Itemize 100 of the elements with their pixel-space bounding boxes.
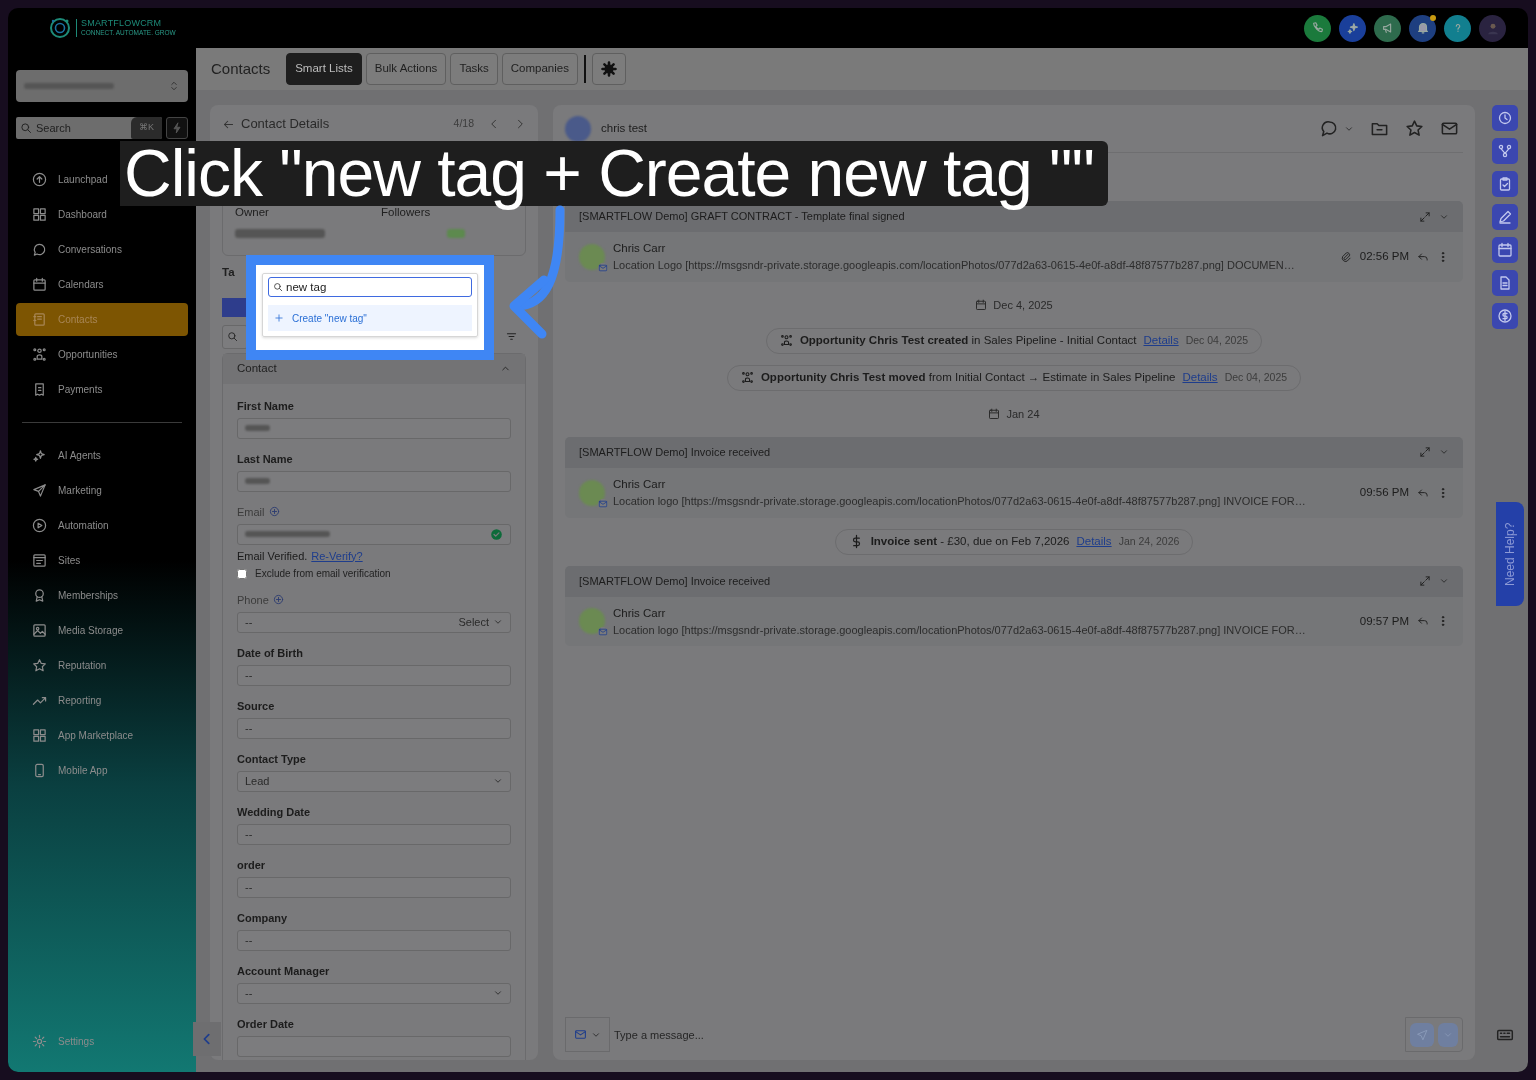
sidebar-item[interactable]: Marketing — [16, 474, 110, 507]
reply-button[interactable] — [1417, 486, 1429, 499]
input-field[interactable]: -- — [237, 929, 511, 951]
sidebar-item[interactable]: Payments — [16, 373, 111, 406]
tab[interactable]: Bulk Actions — [365, 53, 447, 85]
input-field[interactable] — [237, 523, 511, 545]
sidebar-item[interactable]: Conversations — [16, 233, 130, 266]
search-field[interactable]: Search ⌘K — [16, 117, 162, 139]
field-label: Source — [237, 698, 275, 714]
tag-type-button[interactable] — [222, 297, 248, 317]
document-icon — [1497, 275, 1513, 291]
activity-date: Dec 04, 2025 — [1224, 369, 1288, 385]
add-circle-icon[interactable] — [268, 506, 280, 517]
filter-button[interactable] — [505, 330, 518, 343]
star-icon — [32, 658, 47, 673]
chat-button[interactable] — [1319, 119, 1338, 138]
clipboard-check-button[interactable] — [1492, 171, 1518, 197]
field-label: Wedding Date — [237, 804, 311, 820]
branch-button[interactable] — [1492, 138, 1518, 164]
lightning-icon — [171, 122, 183, 134]
phone-device-icon — [32, 763, 47, 778]
checkbox[interactable] — [237, 568, 247, 579]
details-link[interactable]: Details — [1182, 369, 1218, 387]
calendar-button[interactable] — [1492, 237, 1518, 263]
select-field[interactable]: -- — [237, 982, 511, 1004]
sidebar-item[interactable]: Calendars — [16, 268, 112, 301]
expand-icon — [1419, 210, 1431, 223]
contact-avatar — [565, 115, 591, 142]
field-label: Contact Type — [237, 751, 306, 767]
sidebar-item[interactable]: Memberships — [16, 579, 127, 612]
bell-button[interactable] — [1409, 14, 1436, 42]
expand-button[interactable] — [1419, 575, 1431, 587]
chevron-down-icon — [493, 988, 503, 998]
mail-icon — [598, 627, 608, 638]
avatar-button[interactable] — [1479, 14, 1506, 42]
sidebar-item[interactable]: Media Storage — [16, 614, 132, 647]
expand-button[interactable] — [1419, 210, 1431, 223]
country-select[interactable]: Select — [458, 613, 503, 631]
sidebar-item[interactable]: Reputation — [16, 649, 115, 682]
settings-button[interactable] — [591, 53, 626, 85]
sparkle-button[interactable] — [1339, 14, 1366, 42]
input-field[interactable]: -- — [237, 664, 511, 686]
activity-text: Opportunity Chris Test moved from Initial Contact → Estimate in Sales Pipeline — [760, 370, 1176, 386]
details-link[interactable]: Details — [1143, 332, 1179, 350]
tag-search-field[interactable] — [222, 324, 248, 349]
mail-button[interactable] — [1440, 119, 1459, 138]
sidebar-item[interactable]: Mobile App — [16, 754, 116, 787]
input-field[interactable]: -- Select — [237, 611, 511, 633]
expand-icon — [1419, 575, 1431, 587]
grid-icon — [32, 207, 47, 222]
field-label: First Name — [237, 398, 294, 414]
tab[interactable]: Smart Lists — [286, 53, 362, 85]
sender-name: Chris Carr — [613, 605, 667, 621]
clock-button[interactable] — [1492, 105, 1518, 131]
document-button[interactable] — [1492, 270, 1518, 296]
dollar-circle-icon — [1497, 308, 1513, 324]
message-time: 09:57 PM — [1359, 613, 1409, 629]
location-switcher[interactable] — [16, 70, 188, 102]
mail-icon — [598, 262, 608, 273]
create-tag-option[interactable]: Create "new tag" — [268, 305, 472, 331]
input-field[interactable]: -- — [237, 823, 511, 845]
tab[interactable]: Tasks — [450, 53, 498, 85]
tag-search-field[interactable]: new tag — [268, 277, 472, 297]
add-circle-icon[interactable] — [272, 594, 284, 605]
help-button[interactable] — [1444, 14, 1471, 42]
sidebar-item[interactable]: Launchpad — [16, 163, 116, 196]
input-field[interactable]: -- — [237, 876, 511, 898]
select-field[interactable]: Lead — [237, 770, 511, 792]
pencil-icon — [1497, 209, 1513, 225]
reply-icon — [1417, 486, 1429, 499]
dollar-circle-button[interactable] — [1492, 303, 1518, 329]
sidebar-item[interactable]: AI Agents — [16, 439, 109, 472]
sidebar-item[interactable]: Automation — [16, 509, 117, 542]
sender-name: Chris Carr — [613, 241, 667, 256]
input-field[interactable] — [237, 417, 511, 439]
sidebar-item[interactable]: Sites — [16, 544, 89, 577]
re-verify-link[interactable]: Re-Verify? — [311, 549, 363, 563]
help-tab[interactable]: Need Help? — [1496, 502, 1524, 606]
message-field[interactable]: Type a message... — [610, 1017, 1405, 1052]
collapse-button[interactable] — [1439, 576, 1449, 586]
sidebar-item[interactable]: Reporting — [16, 684, 110, 717]
sidebar-item[interactable]: App Marketplace — [16, 719, 142, 752]
details-link[interactable]: Details — [1076, 532, 1112, 551]
expand-button[interactable] — [1419, 446, 1431, 459]
input-field[interactable] — [237, 470, 511, 492]
sidebar-item[interactable]: Dashboard — [16, 198, 115, 231]
phone-button[interactable] — [1304, 14, 1331, 42]
lightning-button[interactable] — [166, 117, 188, 139]
input-field[interactable]: -- — [237, 717, 511, 739]
pencil-button[interactable] — [1492, 204, 1518, 230]
megaphone-button[interactable] — [1374, 14, 1401, 42]
reply-button[interactable] — [1417, 615, 1429, 628]
tab[interactable]: Companies — [501, 53, 578, 85]
upload-circle-icon — [32, 172, 47, 187]
star-button[interactable] — [1405, 119, 1424, 138]
activity-text: Opportunity Chris Test created in Sales Pipeline - Initial Contact — [799, 333, 1137, 349]
channel-select[interactable] — [565, 1017, 610, 1052]
receipt-icon — [32, 382, 47, 397]
reply-button[interactable] — [1417, 250, 1429, 263]
sidebar-item[interactable]: Opportunities — [16, 338, 126, 371]
